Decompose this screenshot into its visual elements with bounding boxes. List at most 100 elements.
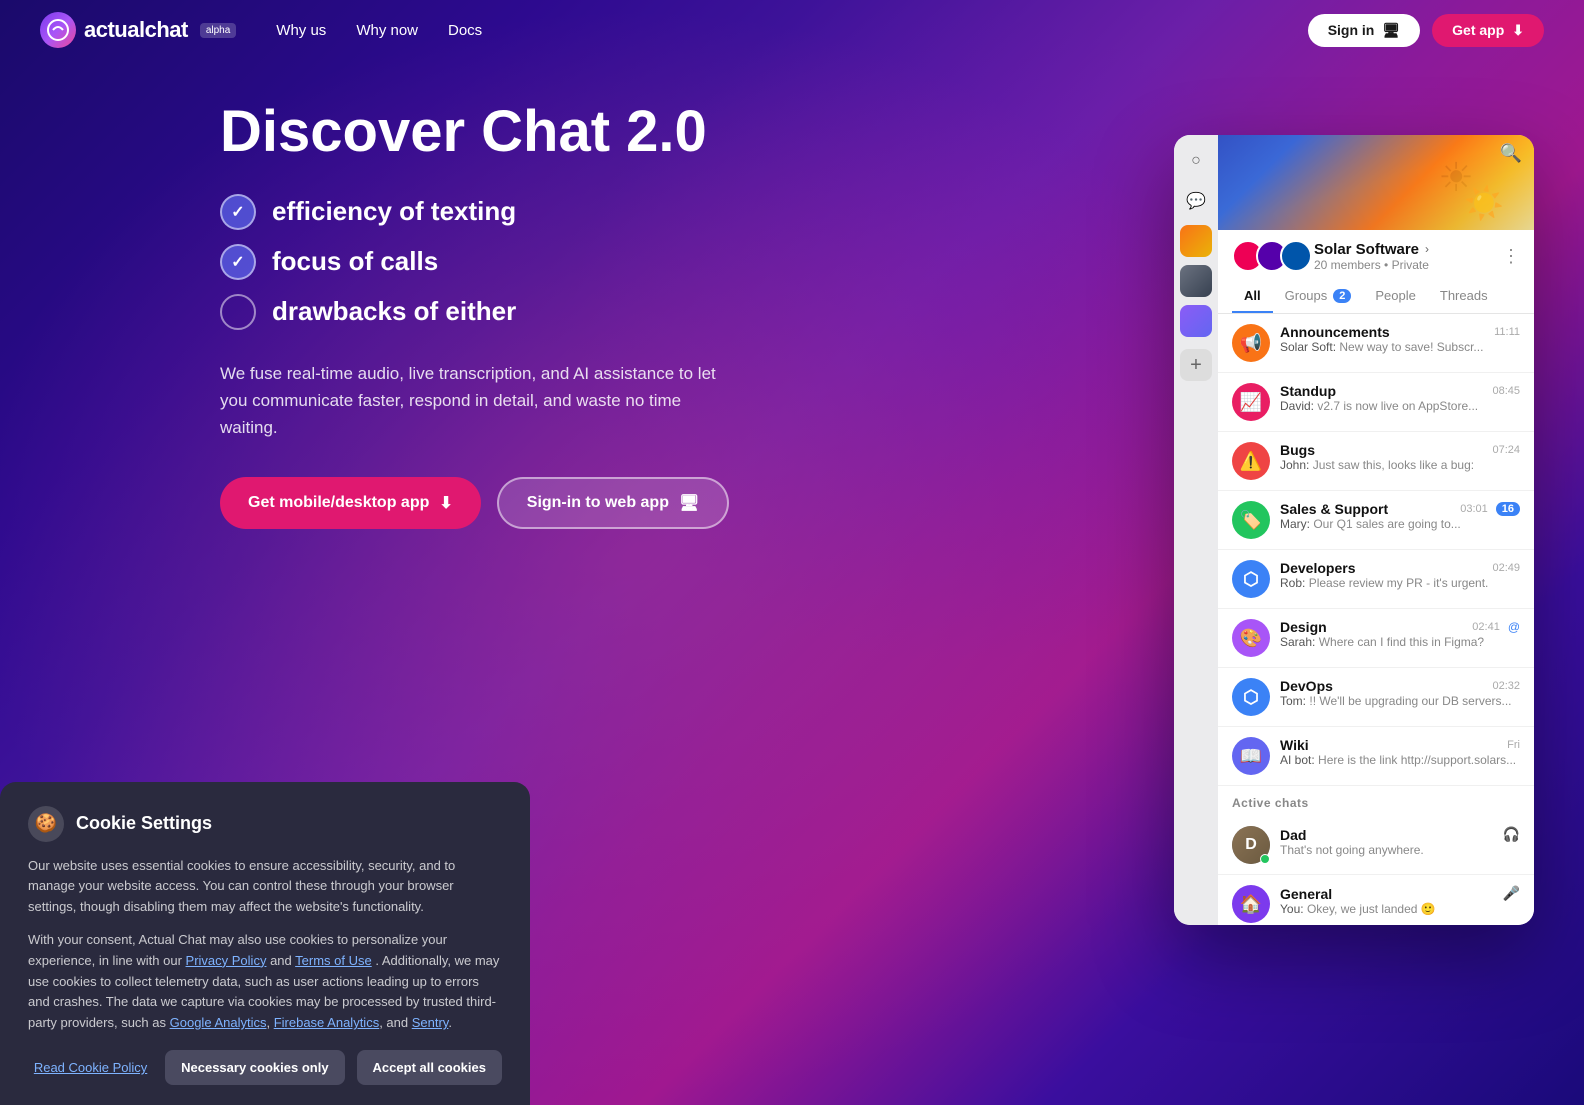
chat-preview: David: v2.7 is now live on AppStore... [1280,399,1520,413]
chat-preview: John: Just saw this, looks like a bug: [1280,458,1520,472]
list-item: ✓ focus of calls [220,244,840,280]
terms-link[interactable]: Terms of Use [295,953,372,968]
read-cookie-policy-button[interactable]: Read Cookie Policy [28,1060,153,1075]
headphones-icon: 🎧 [1503,826,1520,843]
chat-item-body: Announcements 11:11 Solar Soft: New way … [1280,324,1520,354]
chat-item-body: Design 02:41 @ Sarah: Where can I find t… [1280,619,1520,649]
chat-item-design[interactable]: 🎨 Design 02:41 @ Sarah: Where can I find… [1218,609,1534,668]
sentry-link[interactable]: Sentry [412,1015,449,1030]
chat-list: 📢 Announcements 11:11 Solar Soft: New wa… [1218,314,1534,925]
sidebar-solar-thumb[interactable] [1180,225,1212,257]
cookie-title: Cookie Settings [76,813,212,834]
sidebar-add-button[interactable]: + [1180,349,1212,381]
getapp-button[interactable]: Get app [1432,14,1544,47]
firebase-link[interactable]: Firebase Analytics [274,1015,380,1030]
tab-all[interactable]: All [1232,280,1273,313]
monitor-icon-2: 🖥 [679,493,699,513]
chat-name: General [1280,886,1332,902]
privacy-policy-link[interactable]: Privacy Policy [186,953,267,968]
chat-item-dad[interactable]: D Dad 🎧 That's not going anywhere. [1218,816,1534,875]
navbar: actualchat alpha Why us Why now Docs Sig… [0,0,1584,60]
mention-icon: @ [1508,620,1520,634]
cookie-header: 🍪 Cookie Settings [28,806,502,842]
signin-button[interactable]: Sign in [1308,14,1420,47]
chat-item-devops[interactable]: ⬡ DevOps 02:32 Tom: !! We'll be upgradin… [1218,668,1534,727]
dad-avatar: D [1232,826,1270,864]
chat-time: 03:01 [1460,503,1488,515]
chat-item-body: Sales & Support 03:01 16 Mary: Our Q1 sa… [1280,501,1520,531]
sidebar-thumb-3[interactable] [1180,305,1212,337]
nav-why-us[interactable]: Why us [276,22,326,39]
chat-item-bugs[interactable]: ⚠️ Bugs 07:24 John: Just saw this, looks… [1218,432,1534,491]
chat-item-wiki[interactable]: 📖 Wiki Fri AI bot: Here is the link http… [1218,727,1534,786]
chat-item-sales[interactable]: 🏷️ Sales & Support 03:01 16 Mary: Our Q1… [1218,491,1534,550]
cookie-banner: 🍪 Cookie Settings Our website uses essen… [0,782,530,1105]
chat-name: Developers [1280,560,1355,576]
avatar-3 [1280,240,1312,272]
chat-time: 02:32 [1492,680,1520,692]
accept-all-cookies-button[interactable]: Accept all cookies [357,1050,502,1085]
group-avatars [1232,240,1304,272]
chat-item-standup[interactable]: 📈 Standup 08:45 David: v2.7 is now live … [1218,373,1534,432]
logo-icon [40,12,76,48]
chat-preview: You: Okey, we just landed 🙂 [1280,902,1520,916]
tab-people[interactable]: People [1363,280,1427,313]
chat-time: 02:41 [1472,621,1500,633]
sidebar-compass-icon[interactable]: ○ [1180,145,1212,177]
mic-icon: 🎤 [1503,885,1520,902]
search-icon[interactable]: 🔍 [1500,143,1522,164]
more-options-button[interactable]: ⋮ [1502,246,1520,267]
chat-item-developers[interactable]: ⬡ Developers 02:49 Rob: Please review my… [1218,550,1534,609]
nav-actions: Sign in Get app [1308,14,1544,47]
cookie-text-2: With your consent, Actual Chat may also … [28,930,502,1034]
google-analytics-link[interactable]: Google Analytics [170,1015,267,1030]
group-name: Solar Software [1314,241,1419,258]
chat-time: Fri [1507,739,1520,751]
cookie-text-1: Our website uses essential cookies to en… [28,856,502,918]
nav-why-now[interactable]: Why now [356,22,418,39]
chat-name: Wiki [1280,737,1309,753]
tab-groups[interactable]: Groups 2 [1273,280,1364,313]
active-chats-label: Active chats [1218,786,1534,816]
developers-avatar: ⬡ [1232,560,1270,598]
feature-text-2: focus of calls [272,246,438,277]
logo[interactable]: actualchat alpha [40,12,236,48]
cookie-icon: 🍪 [28,806,64,842]
sales-avatar: 🏷️ [1232,501,1270,539]
nav-docs[interactable]: Docs [448,22,482,39]
chat-preview: AI bot: Here is the link http://support.… [1280,753,1520,767]
feature-list: ✓ efficiency of texting ✓ focus of calls… [220,194,840,330]
feature-text-1: efficiency of texting [272,196,516,227]
chat-item-body: Standup 08:45 David: v2.7 is now live on… [1280,383,1520,413]
get-mobile-app-button[interactable]: Get mobile/desktop app ⬇ [220,477,481,529]
bugs-avatar: ⚠️ [1232,442,1270,480]
list-item: ✓ efficiency of texting [220,194,840,230]
sign-in-web-app-button[interactable]: Sign-in to web app 🖥 [497,477,730,529]
necessary-cookies-button[interactable]: Necessary cookies only [165,1050,344,1085]
logo-alpha: alpha [200,23,236,38]
check-icon-3 [220,294,256,330]
chevron-right-icon: › [1425,242,1429,256]
chat-name: Dad [1280,827,1306,843]
feature-text-3: drawbacks of either [272,296,516,327]
sidebar-chat-icon[interactable]: 💬 [1180,185,1212,217]
chat-name: Bugs [1280,442,1315,458]
chat-preview: Mary: Our Q1 sales are going to... [1280,517,1520,531]
chat-sidebar: ○ 💬 + [1174,135,1218,925]
chat-panel: ○ 💬 + 🔍 ☀️ Solar Software [1174,135,1534,925]
chat-item-general[interactable]: 🏠 General 🎤 You: Okey, we just landed 🙂 [1218,875,1534,925]
general-avatar: 🏠 [1232,885,1270,923]
download-icon [1512,22,1524,39]
chat-name: Design [1280,619,1327,635]
chat-preview: Tom: !! We'll be upgrading our DB server… [1280,694,1520,708]
tab-threads[interactable]: Threads [1428,280,1500,313]
chat-item-announcements[interactable]: 📢 Announcements 11:11 Solar Soft: New wa… [1218,314,1534,373]
check-icon-2: ✓ [220,244,256,280]
chat-item-body: General 🎤 You: Okey, we just landed 🙂 [1280,885,1520,916]
announcements-avatar: 📢 [1232,324,1270,362]
hero-title: Discover Chat 2.0 [220,100,840,164]
nav-links: Why us Why now Docs [276,22,1307,39]
chat-preview: Rob: Please review my PR - it's urgent. [1280,576,1520,590]
sidebar-thumb-2[interactable] [1180,265,1212,297]
chat-item-body: Bugs 07:24 John: Just saw this, looks li… [1280,442,1520,472]
